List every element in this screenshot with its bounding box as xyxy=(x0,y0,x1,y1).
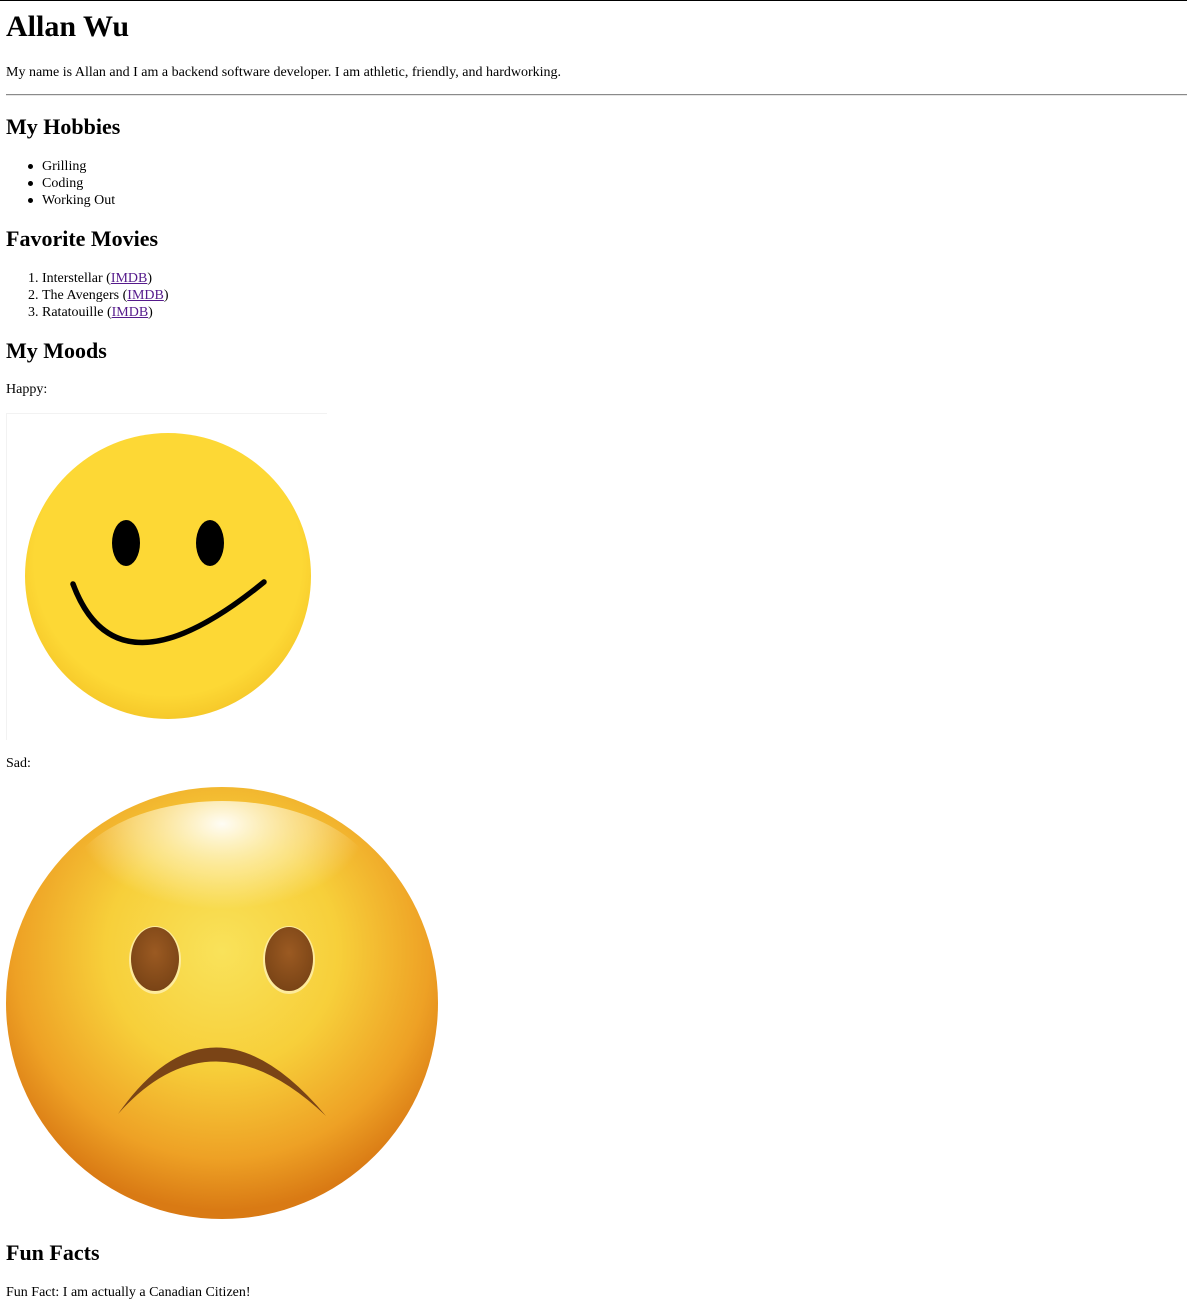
sad-face-image xyxy=(6,786,438,1220)
imdb-link[interactable]: IMDB xyxy=(127,288,164,303)
happy-label: Happy: xyxy=(6,382,48,397)
movie-number: 1. xyxy=(28,271,39,286)
movie-item: 3. Ratatouille (IMDB) xyxy=(28,305,153,320)
sad-label: Sad: xyxy=(6,756,31,771)
sad-face-icon xyxy=(6,787,438,1219)
movie-number: 2. xyxy=(28,288,39,303)
hobbies-list: Grilling Coding Working Out xyxy=(28,158,116,209)
hobbies-heading: My Hobbies xyxy=(6,114,121,139)
hobby-label: Coding xyxy=(42,176,84,191)
movie-item: 2. The Avengers (IMDB) xyxy=(28,288,169,303)
hobby-label: Working Out xyxy=(42,193,116,208)
movie-title: The Avengers xyxy=(42,288,120,303)
imdb-link[interactable]: IMDB xyxy=(111,271,148,286)
movie-item: 1. Interstellar (IMDB) xyxy=(28,271,153,286)
horizontal-divider xyxy=(6,94,1187,96)
hobby-item: Grilling xyxy=(28,158,115,175)
moods-heading: My Moods xyxy=(6,338,107,363)
movies-heading: Favorite Movies xyxy=(6,226,159,251)
happy-face-icon xyxy=(25,433,311,719)
hobby-item: Coding xyxy=(28,175,115,192)
bullet-icon xyxy=(28,198,33,203)
fun-fact-text: Fun Fact: I am actually a Canadian Citiz… xyxy=(6,1285,251,1299)
movies-list: 1. Interstellar (IMDB) 2. The Avengers (… xyxy=(28,270,169,321)
page-title: Allan Wu xyxy=(6,10,130,43)
bullet-icon xyxy=(28,164,33,169)
page: Allan Wu My name is Allan and I am a bac… xyxy=(0,1,1187,1299)
imdb-link[interactable]: IMDB xyxy=(112,305,149,320)
movie-title: Ratatouille xyxy=(42,305,104,320)
intro-text: My name is Allan and I am a backend soft… xyxy=(6,65,562,80)
hobby-item: Working Out xyxy=(28,192,116,209)
happy-face-image xyxy=(6,413,327,740)
fun-facts-heading: Fun Facts xyxy=(6,1240,100,1265)
movie-title: Interstellar xyxy=(42,271,103,286)
bullet-icon xyxy=(28,181,33,186)
hobby-label: Grilling xyxy=(42,159,87,174)
movie-number: 3. xyxy=(28,305,39,320)
